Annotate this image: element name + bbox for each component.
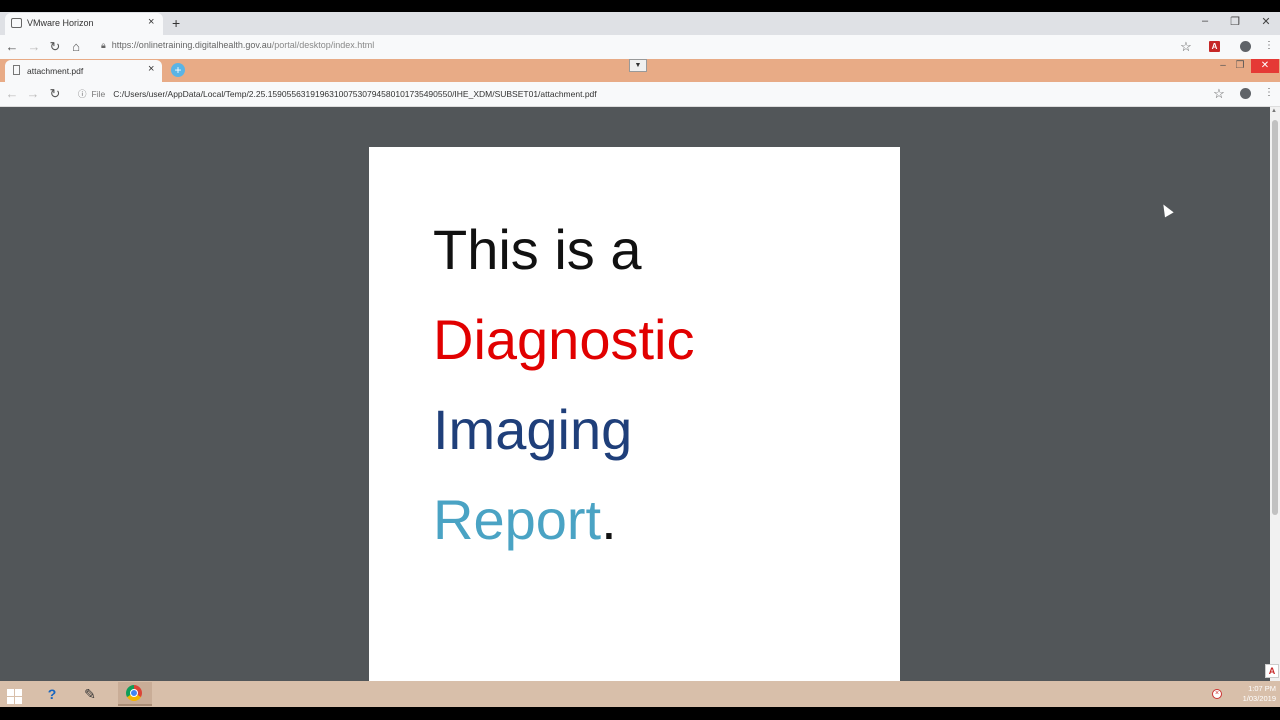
windows-start-icon[interactable] [0,681,30,707]
outer-tab-strip [0,12,1280,35]
scroll-up-arrow-icon[interactable]: ▲ [1271,108,1277,114]
pdf-page: This is a Diagnostic Imaging Report. [369,147,900,681]
chrome-taskbar-button[interactable] [118,682,152,706]
pdf-period: . [601,488,617,551]
lock-icon: 🔒︎ [101,40,106,50]
chrome-icon [126,685,142,701]
tab-title: VMware Horizon [27,18,94,28]
outer-restore-button[interactable]: ❐ [1225,15,1245,28]
help-app-icon[interactable]: ? [38,684,66,704]
vmware-favicon-icon [11,18,22,28]
outer-address-bar[interactable]: 🔒︎ https://onlinetraining.digitalhealth.g… [101,40,374,51]
bookmark-star-icon[interactable]: ☆ [1211,86,1227,102]
taskbar [0,681,1280,707]
inner-restore-button[interactable]: ❐ [1232,60,1248,71]
scrollbar-thumb[interactable] [1272,120,1278,515]
tray-status-icon[interactable]: × [1212,689,1222,699]
forward-arrow-icon[interactable]: → [25,86,41,101]
new-tab-button[interactable]: + [172,15,180,31]
info-icon[interactable]: ⓘ [78,89,87,99]
tab-attachment-pdf[interactable]: attachment.pdf × [5,60,162,82]
reload-icon[interactable]: ↻ [47,86,63,102]
screen-bottom-border [0,707,1280,720]
pdf-word-report: Report [433,488,602,551]
system-clock[interactable]: 1:07 PM 1/03/2019 [1226,684,1276,704]
inner-toolbar: ← → ↻ ⓘ File C:/Users/user/AppData/Local/T… [0,82,1280,107]
clock-date: 1/03/2019 [1242,694,1276,703]
outer-toolbar: ← → ↻ ⌂ 🔒︎ https://onlinetraining.digital… [0,35,1280,60]
acrobat-icon[interactable]: A [1265,664,1279,678]
file-icon [13,65,20,75]
url-domain: https://onlinetraining.digitalhealth.gov… [111,40,272,50]
inner-minimize-button[interactable]: – [1215,60,1231,71]
outer-minimize-button[interactable]: – [1195,15,1215,27]
vmware-toolbar-dropdown-icon[interactable]: ▼ [629,59,647,72]
back-arrow-icon[interactable]: ← [4,86,20,101]
pdf-text-line-4: Report. [433,487,617,552]
clock-time: 1:07 PM [1248,684,1276,693]
back-arrow-icon[interactable]: ← [4,39,20,54]
url-scheme-label: File [91,89,106,99]
account-avatar-icon[interactable] [1240,88,1251,99]
tab-close-icon[interactable]: × [148,16,154,28]
tab-vmware-horizon[interactable]: VMware Horizon × [5,13,163,35]
pen-app-icon[interactable]: ✎ [76,684,104,704]
pdf-text-line-1: This is a [433,218,642,281]
bookmark-star-icon[interactable]: ☆ [1178,39,1194,55]
reload-icon[interactable]: ↻ [47,39,63,55]
pdf-text-line-2: Diagnostic [433,308,695,371]
url-path: /portal/desktop/index.html [271,40,375,50]
outer-close-button[interactable]: ✕ [1256,15,1276,28]
tab-close-icon[interactable]: × [148,63,154,75]
pdf-text-line-3: Imaging [433,398,633,461]
inner-address-bar[interactable]: ⓘ File C:/Users/user/AppData/Local/Temp/2.… [78,88,597,100]
tab-title: attachment.pdf [27,66,84,76]
inner-close-button[interactable]: ✕ [1251,59,1279,73]
menu-kebab-icon[interactable]: ⋮ [1264,40,1274,51]
url-path: C:/Users/user/AppData/Local/Temp/2.25.15… [113,89,597,99]
acrobat-extension-icon[interactable]: A [1209,41,1220,52]
home-icon[interactable]: ⌂ [68,39,84,54]
account-avatar-icon[interactable] [1240,41,1251,52]
menu-kebab-icon[interactable]: ⋮ [1264,87,1274,98]
forward-arrow-icon[interactable]: → [26,39,42,54]
inner-new-tab-button[interactable]: + [171,63,185,77]
